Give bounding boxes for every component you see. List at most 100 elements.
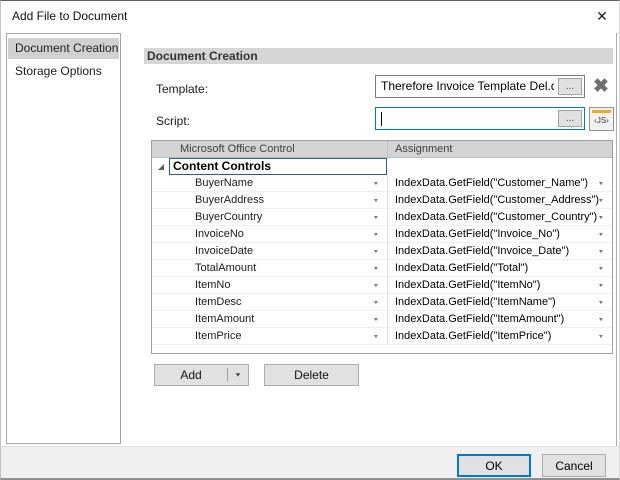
control-cell[interactable]: InvoiceNo ▼ (152, 226, 387, 242)
table-row: BuyerAddress ▼ IndexData.GetField("Custo… (152, 192, 612, 209)
column-header-assignment[interactable]: Assignment (387, 141, 612, 157)
assignment-cell[interactable]: IndexData.GetField("ItemName") ▼ (387, 294, 612, 310)
add-dropdown-icon[interactable]: ▼ (228, 368, 248, 382)
text-caret (381, 112, 382, 126)
assignment-cell[interactable]: IndexData.GetField("Customer_Name") ▼ (387, 175, 612, 191)
chevron-down-icon[interactable]: ▼ (598, 266, 604, 272)
control-cell[interactable]: BuyerName ▼ (152, 175, 387, 191)
delete-button[interactable]: Delete (264, 364, 359, 386)
assignment-cell[interactable]: IndexData.GetField("Customer_Address") ▼ (387, 192, 612, 208)
chevron-down-icon[interactable]: ▼ (598, 283, 604, 289)
settings-nav-panel: Document Creation Storage Options (6, 33, 121, 444)
control-name: ItemPrice (195, 330, 241, 342)
assignment-cell[interactable]: IndexData.GetField("Customer_Country") ▼ (387, 209, 612, 225)
cancel-button[interactable]: Cancel (542, 454, 606, 477)
control-name: InvoiceDate (195, 245, 253, 257)
control-cell[interactable]: BuyerCountry ▼ (152, 209, 387, 225)
template-value: Therefore Invoice Template Del.dotx (381, 76, 554, 97)
chevron-down-icon[interactable]: ▼ (598, 215, 604, 221)
ellipsis-icon: ... (566, 81, 574, 92)
chevron-down-icon[interactable]: ▼ (373, 215, 379, 221)
control-cell[interactable]: ItemNo ▼ (152, 277, 387, 293)
grid-header: Microsoft Office Control Assignment (152, 141, 612, 158)
chevron-down-icon[interactable]: ▼ (598, 198, 604, 204)
control-cell[interactable]: InvoiceDate ▼ (152, 243, 387, 259)
table-row: ItemDesc ▼ IndexData.GetField("ItemName"… (152, 294, 612, 311)
template-field[interactable]: Therefore Invoice Template Del.dotx ... (375, 75, 585, 98)
control-name: BuyerAddress (195, 194, 264, 206)
assignment-cell[interactable]: IndexData.GetField("Invoice_Date") ▼ (387, 243, 612, 259)
ok-button[interactable]: OK (457, 454, 531, 477)
chevron-down-icon[interactable]: ▼ (598, 232, 604, 238)
table-row: InvoiceNo ▼ IndexData.GetField("Invoice_… (152, 226, 612, 243)
table-row: ItemPrice ▼ IndexData.GetField("ItemPric… (152, 328, 612, 345)
sidebar-item-label: Document Creation (15, 41, 118, 55)
js-icon: ‹JS› (590, 116, 613, 125)
chevron-down-icon[interactable]: ▼ (373, 266, 379, 272)
control-cell[interactable]: ItemAmount ▼ (152, 311, 387, 327)
content-right-edge (616, 33, 617, 446)
template-clear-button[interactable]: ✖ (588, 74, 614, 99)
assignment-cell[interactable]: IndexData.GetField("Total") ▼ (387, 260, 612, 276)
control-cell[interactable]: ItemPrice ▼ (152, 328, 387, 344)
clear-x-icon: ✖ (593, 76, 609, 97)
add-button-label[interactable]: Add (155, 365, 227, 385)
chevron-down-icon[interactable]: ▼ (373, 181, 379, 187)
chevron-down-icon[interactable]: ▼ (598, 181, 604, 187)
chevron-down-icon[interactable]: ▼ (598, 334, 604, 340)
close-icon: ✕ (596, 8, 608, 25)
template-label: Template: (156, 82, 276, 98)
table-row: TotalAmount ▼ IndexData.GetField("Total"… (152, 260, 612, 277)
script-editor-button[interactable]: ‹JS› (589, 107, 614, 131)
chevron-down-icon[interactable]: ▼ (373, 198, 379, 204)
assignment-value: IndexData.GetField("Customer_Name") (395, 177, 588, 189)
expander-cell[interactable] (152, 158, 169, 175)
assignment-cell[interactable]: IndexData.GetField("ItemAmount") ▼ (387, 311, 612, 327)
assignment-cell[interactable]: IndexData.GetField("Invoice_No") ▼ (387, 226, 612, 242)
control-name: TotalAmount (195, 262, 256, 274)
section-header: Document Creation (144, 48, 613, 64)
chevron-down-icon[interactable]: ▼ (373, 334, 379, 340)
group-title[interactable]: Content Controls (169, 158, 387, 175)
chevron-down-icon[interactable]: ▼ (373, 317, 379, 323)
table-row: ItemAmount ▼ IndexData.GetField("ItemAmo… (152, 311, 612, 328)
window-title: Add File to Document (12, 1, 127, 32)
table-row: InvoiceDate ▼ IndexData.GetField("Invoic… (152, 243, 612, 260)
chevron-down-icon[interactable]: ▼ (373, 232, 379, 238)
section-title: Document Creation (147, 49, 258, 63)
sidebar-item-label: Storage Options (15, 64, 102, 78)
title-bar: Add File to Document ✕ (1, 1, 619, 32)
group-row-content-controls[interactable]: Content Controls (152, 158, 612, 175)
control-name: ItemAmount (195, 313, 254, 325)
assignment-cell[interactable]: IndexData.GetField("ItemPrice") ▼ (387, 328, 612, 344)
control-cell[interactable]: TotalAmount ▼ (152, 260, 387, 276)
assignment-value: IndexData.GetField("ItemNo") (395, 279, 540, 291)
control-cell[interactable]: BuyerAddress ▼ (152, 192, 387, 208)
sidebar-item-storage-options[interactable]: Storage Options (8, 61, 119, 82)
script-browse-button[interactable]: ... (558, 110, 582, 127)
grid-rows: BuyerName ▼ IndexData.GetField("Customer… (152, 175, 612, 345)
script-label: Script: (156, 114, 276, 130)
chevron-down-icon[interactable]: ▼ (598, 300, 604, 306)
assignment-cell[interactable]: IndexData.GetField("ItemNo") ▼ (387, 277, 612, 293)
control-name: BuyerName (195, 177, 253, 189)
control-cell[interactable]: ItemDesc ▼ (152, 294, 387, 310)
chevron-down-icon[interactable]: ▼ (373, 283, 379, 289)
js-accent-bar (592, 110, 611, 113)
control-name: ItemNo (195, 279, 230, 291)
close-button[interactable]: ✕ (586, 2, 618, 31)
ellipsis-icon: ... (566, 113, 574, 124)
assignment-value: IndexData.GetField("Total") (395, 262, 528, 274)
sidebar-item-document-creation[interactable]: Document Creation (8, 38, 119, 59)
assignment-value: IndexData.GetField("ItemName") (395, 296, 556, 308)
chevron-down-icon[interactable]: ▼ (373, 300, 379, 306)
column-header-office-control[interactable]: Microsoft Office Control (169, 141, 387, 157)
chevron-down-icon[interactable]: ▼ (373, 249, 379, 255)
chevron-down-icon[interactable]: ▼ (598, 249, 604, 255)
assignment-value: IndexData.GetField("Customer_Country") (395, 211, 597, 223)
script-field[interactable]: ... (375, 107, 585, 130)
chevron-down-icon[interactable]: ▼ (598, 317, 604, 323)
add-split-button[interactable]: Add ▼ (154, 364, 249, 386)
table-row: ItemNo ▼ IndexData.GetField("ItemNo") ▼ (152, 277, 612, 294)
template-browse-button[interactable]: ... (558, 78, 582, 95)
